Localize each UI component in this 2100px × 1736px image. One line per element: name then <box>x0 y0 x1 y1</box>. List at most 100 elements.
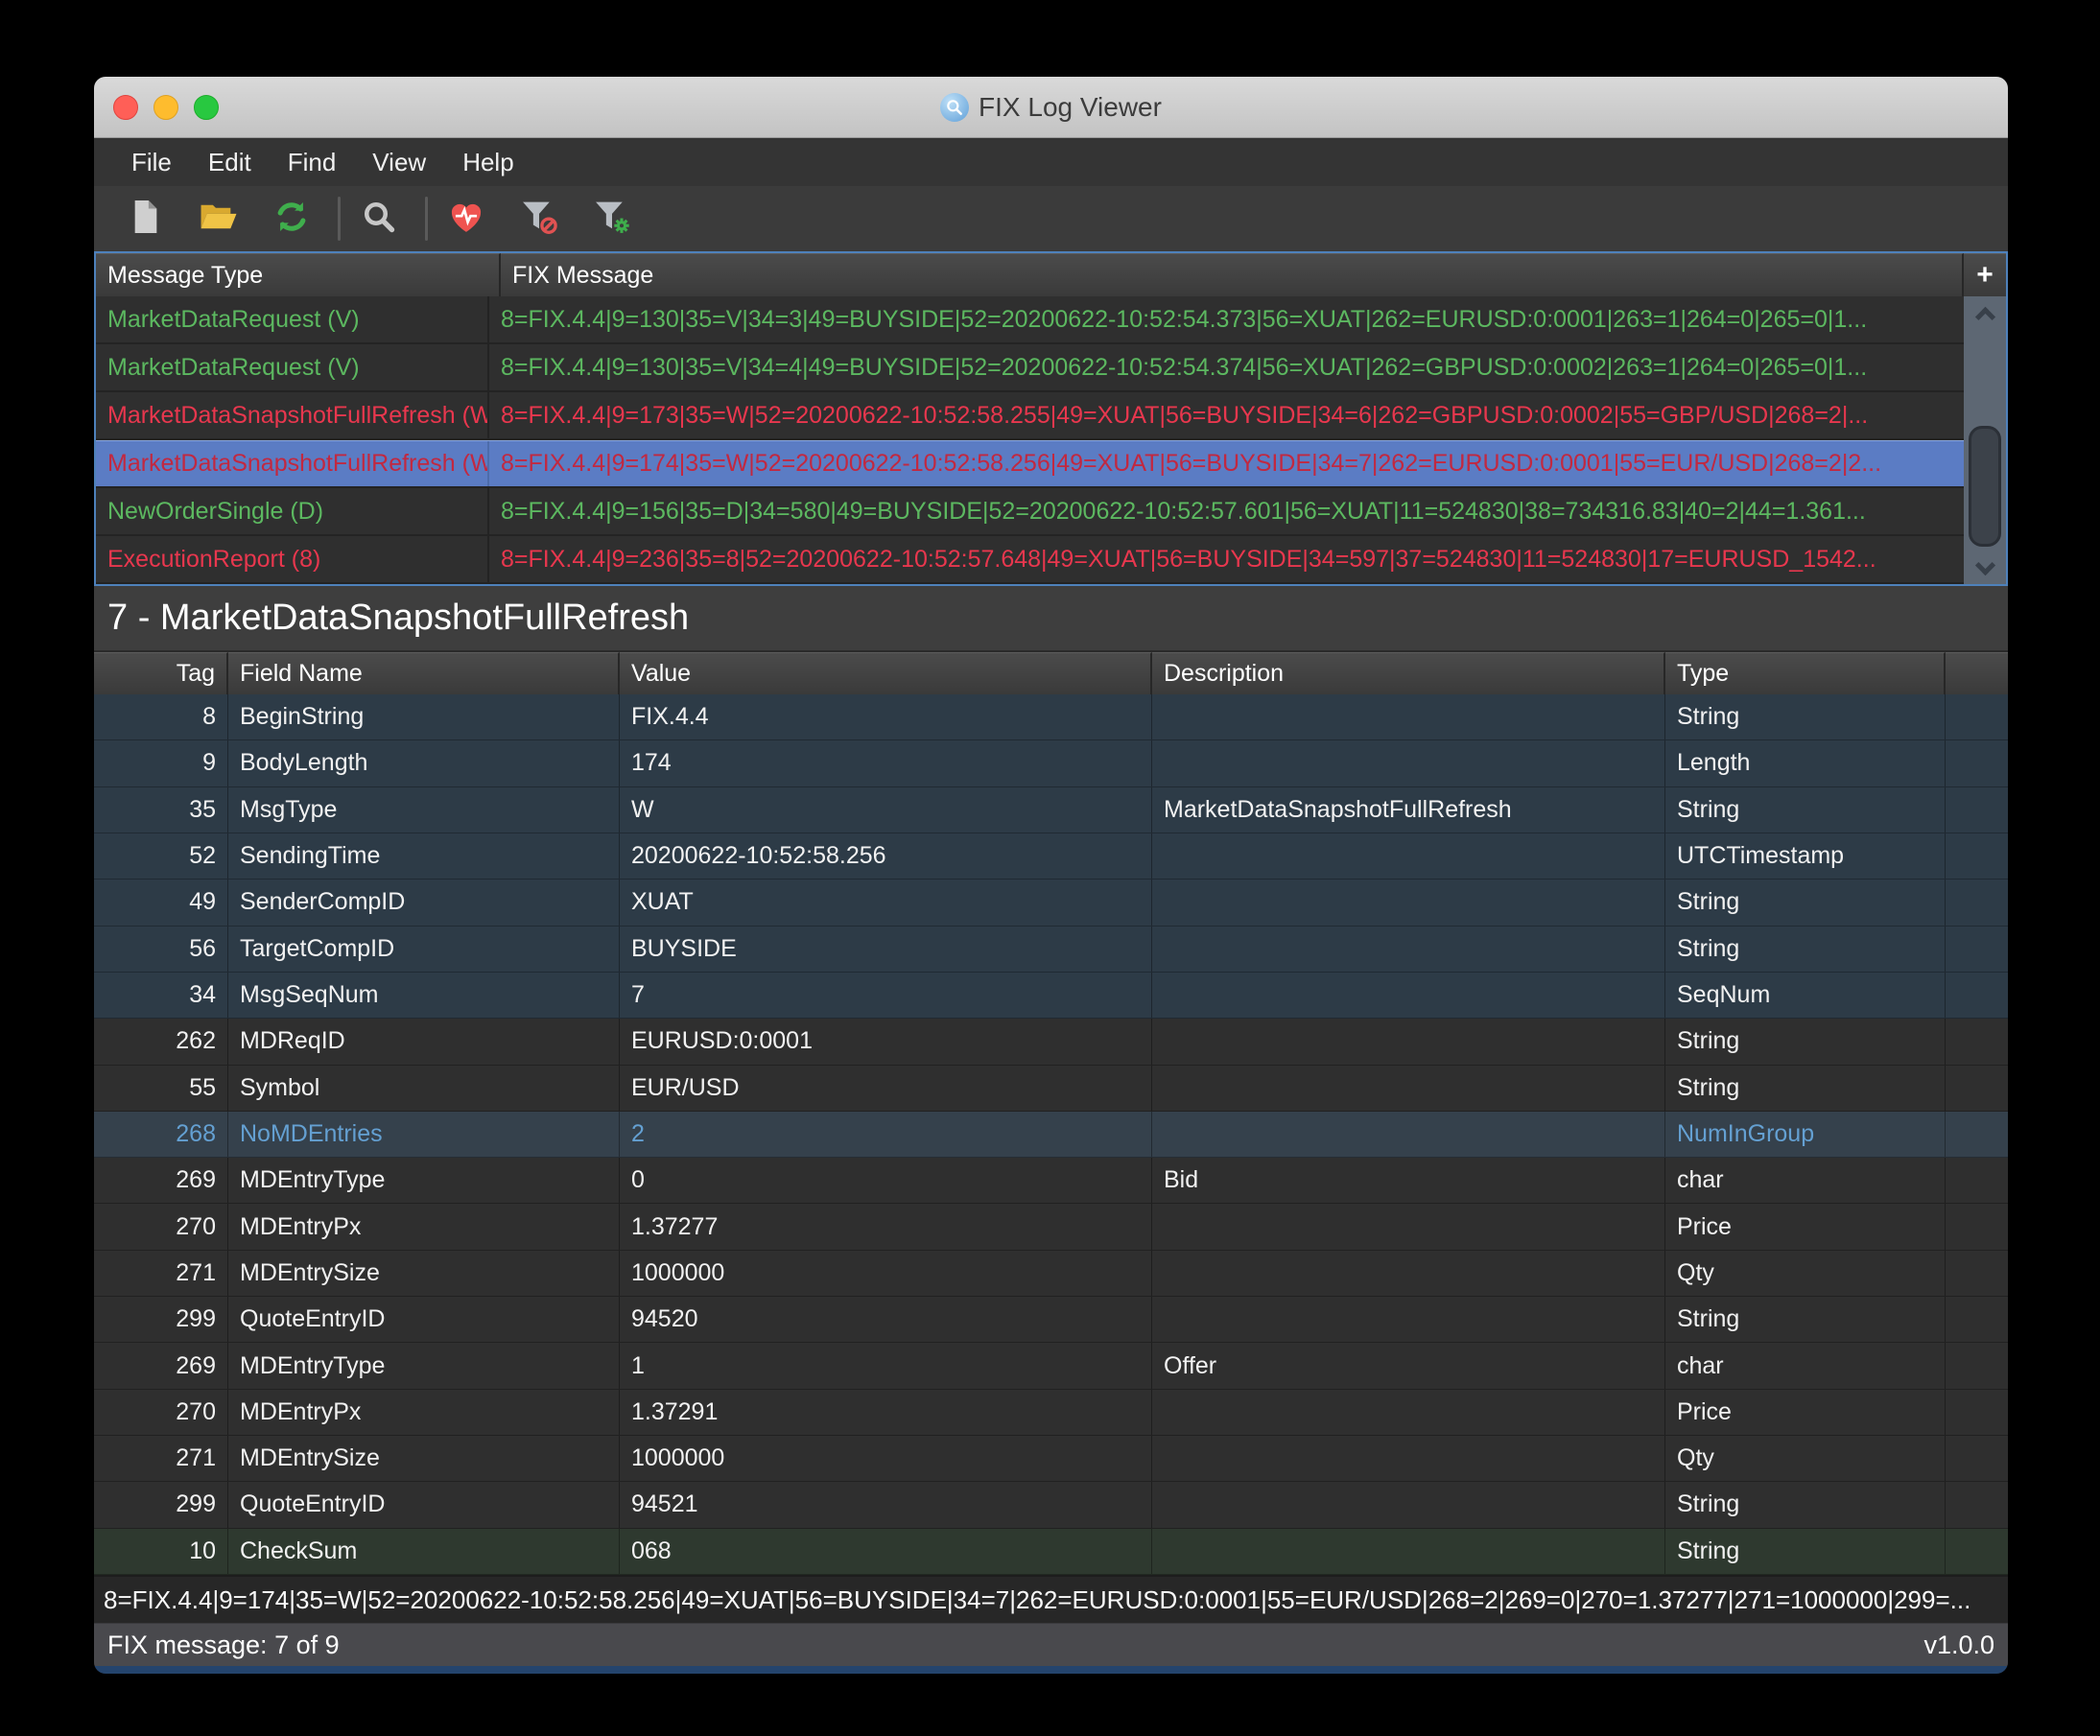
toolbar <box>94 186 2008 251</box>
type-cell: String <box>1665 1297 1946 1342</box>
message-row[interactable]: NewOrderSingle (D)8=FIX.4.4|9=156|35=D|3… <box>96 488 1964 536</box>
type-cell: char <box>1665 1343 1946 1388</box>
tag-cell: 299 <box>94 1482 228 1527</box>
refresh-icon <box>273 199 310 240</box>
field-row[interactable]: 268NoMDEntries2NumInGroup <box>94 1112 2008 1158</box>
message-table-scrollbar[interactable] <box>1964 296 2006 584</box>
field-row[interactable]: 34MsgSeqNum7SeqNum <box>94 973 2008 1019</box>
minimize-window-button[interactable] <box>153 95 178 120</box>
status-bar: FIX message: 7 of 9 v1.0.0 <box>94 1623 2008 1666</box>
field-row[interactable]: 262MDReqIDEURUSD:0:0001String <box>94 1019 2008 1065</box>
column-header-message-type[interactable]: Message Type <box>96 253 501 296</box>
value-cell: 1000000 <box>620 1436 1152 1481</box>
blank-cell <box>1946 880 2008 925</box>
tag-cell: 269 <box>94 1158 228 1203</box>
open-log-button[interactable] <box>192 192 246 246</box>
message-row[interactable]: MarketDataSnapshotFullRefresh (W)8=FIX.4… <box>96 440 1964 488</box>
message-row[interactable]: MarketDataSnapshotFullRefresh (W)8=FIX.4… <box>96 392 1964 440</box>
window-bottom-edge <box>94 1666 2008 1674</box>
description-cell <box>1152 833 1665 879</box>
type-cell: String <box>1665 927 1946 972</box>
type-cell: Qty <box>1665 1251 1946 1296</box>
menu-edit[interactable]: Edit <box>208 148 251 177</box>
type-cell: Length <box>1665 740 1946 786</box>
message-type-cell: MarketDataRequest (V) <box>96 344 489 390</box>
field-row[interactable]: 9BodyLength174Length <box>94 740 2008 786</box>
field-row[interactable]: 269MDEntryType0Bidchar <box>94 1158 2008 1204</box>
field-row[interactable]: 271MDEntrySize1000000Qty <box>94 1251 2008 1297</box>
message-row[interactable]: ExecutionReport (8)8=FIX.4.4|9=236|35=8|… <box>96 536 1964 584</box>
field-row[interactable]: 56TargetCompIDBUYSIDEString <box>94 927 2008 973</box>
column-header-tag[interactable]: Tag <box>94 652 228 694</box>
blank-cell <box>1946 1204 2008 1249</box>
field-row[interactable]: 299QuoteEntryID94521String <box>94 1482 2008 1528</box>
zoom-window-button[interactable] <box>194 95 219 120</box>
new-file-button[interactable] <box>119 192 173 246</box>
description-cell <box>1152 1251 1665 1296</box>
menu-view[interactable]: View <box>372 148 426 177</box>
description-cell <box>1152 1436 1665 1481</box>
field-row[interactable]: 52SendingTime20200622-10:52:58.256UTCTim… <box>94 833 2008 880</box>
scroll-up-icon[interactable] <box>1974 307 1994 327</box>
add-column-button[interactable]: + <box>1964 253 2006 296</box>
field-row[interactable]: 271MDEntrySize1000000Qty <box>94 1436 2008 1482</box>
scroll-down-icon[interactable] <box>1974 555 1994 575</box>
status-message-counter: FIX message: 7 of 9 <box>107 1630 340 1660</box>
detail-table-body: 8BeginStringFIX.4.4String9BodyLength174L… <box>94 694 2008 1575</box>
field-row[interactable]: 8BeginStringFIX.4.4String <box>94 694 2008 740</box>
tag-cell: 9 <box>94 740 228 786</box>
column-header-value[interactable]: Value <box>620 652 1152 694</box>
filter-clear-button[interactable] <box>512 192 566 246</box>
heartbeat-filter-button[interactable] <box>439 192 493 246</box>
field-row[interactable]: 270MDEntryPx1.37277Price <box>94 1204 2008 1250</box>
field-row[interactable]: 10CheckSum068String <box>94 1529 2008 1575</box>
field-row[interactable]: 270MDEntryPx1.37291Price <box>94 1390 2008 1436</box>
blank-cell <box>1946 1019 2008 1064</box>
field-row[interactable]: 49SenderCompIDXUATString <box>94 880 2008 926</box>
menu-find[interactable]: Find <box>288 148 337 177</box>
column-header-blank <box>1946 652 2008 694</box>
message-type-cell: ExecutionReport (8) <box>96 536 489 582</box>
column-header-description[interactable]: Description <box>1152 652 1665 694</box>
column-header-field-name[interactable]: Field Name <box>228 652 620 694</box>
value-cell: 068 <box>620 1529 1152 1574</box>
type-cell: String <box>1665 1529 1946 1574</box>
search-button[interactable] <box>352 192 406 246</box>
blank-cell <box>1946 1251 2008 1296</box>
column-header-type[interactable]: Type <box>1665 652 1946 694</box>
refresh-button[interactable] <box>265 192 319 246</box>
tag-cell: 49 <box>94 880 228 925</box>
blank-cell <box>1946 1158 2008 1203</box>
blank-cell <box>1946 1436 2008 1481</box>
type-cell: NumInGroup <box>1665 1112 1946 1157</box>
filter-settings-button[interactable] <box>585 192 639 246</box>
menu-file[interactable]: File <box>131 148 172 177</box>
field-row[interactable]: 35MsgTypeWMarketDataSnapshotFullRefreshS… <box>94 787 2008 833</box>
scrollbar-thumb[interactable] <box>1969 426 2001 547</box>
tag-cell: 269 <box>94 1343 228 1388</box>
close-window-button[interactable] <box>113 95 138 120</box>
field-name-cell: MDEntryType <box>228 1343 620 1388</box>
field-row[interactable]: 299QuoteEntryID94520String <box>94 1297 2008 1343</box>
message-row[interactable]: MarketDataRequest (V)8=FIX.4.4|9=130|35=… <box>96 344 1964 392</box>
message-type-cell: MarketDataSnapshotFullRefresh (W) <box>96 441 489 486</box>
menu-help[interactable]: Help <box>462 148 513 177</box>
menu-bar: File Edit Find View Help <box>94 138 2008 186</box>
blank-cell <box>1946 787 2008 833</box>
description-cell <box>1152 927 1665 972</box>
field-name-cell: MsgSeqNum <box>228 973 620 1018</box>
message-row[interactable]: MarketDataRequest (V)8=FIX.4.4|9=130|35=… <box>96 296 1964 344</box>
description-cell <box>1152 1482 1665 1527</box>
type-cell: String <box>1665 880 1946 925</box>
field-name-cell: BodyLength <box>228 740 620 786</box>
message-table: Message Type FIX Message + MarketDataReq… <box>94 251 2008 586</box>
field-row[interactable]: 269MDEntryType1Offerchar <box>94 1343 2008 1389</box>
type-cell: String <box>1665 694 1946 739</box>
fix-message-cell: 8=FIX.4.4|9=174|35=W|52=20200622-10:52:5… <box>489 441 1964 486</box>
app-window: FIX Log Viewer FileEditFindViewHelp <box>94 77 2008 1674</box>
field-row[interactable]: 55SymbolEUR/USDString <box>94 1066 2008 1112</box>
type-cell: Price <box>1665 1390 1946 1435</box>
field-name-cell: Symbol <box>228 1066 620 1111</box>
column-header-fix-message[interactable]: FIX Message <box>501 253 1964 296</box>
field-name-cell: MDEntrySize <box>228 1436 620 1481</box>
